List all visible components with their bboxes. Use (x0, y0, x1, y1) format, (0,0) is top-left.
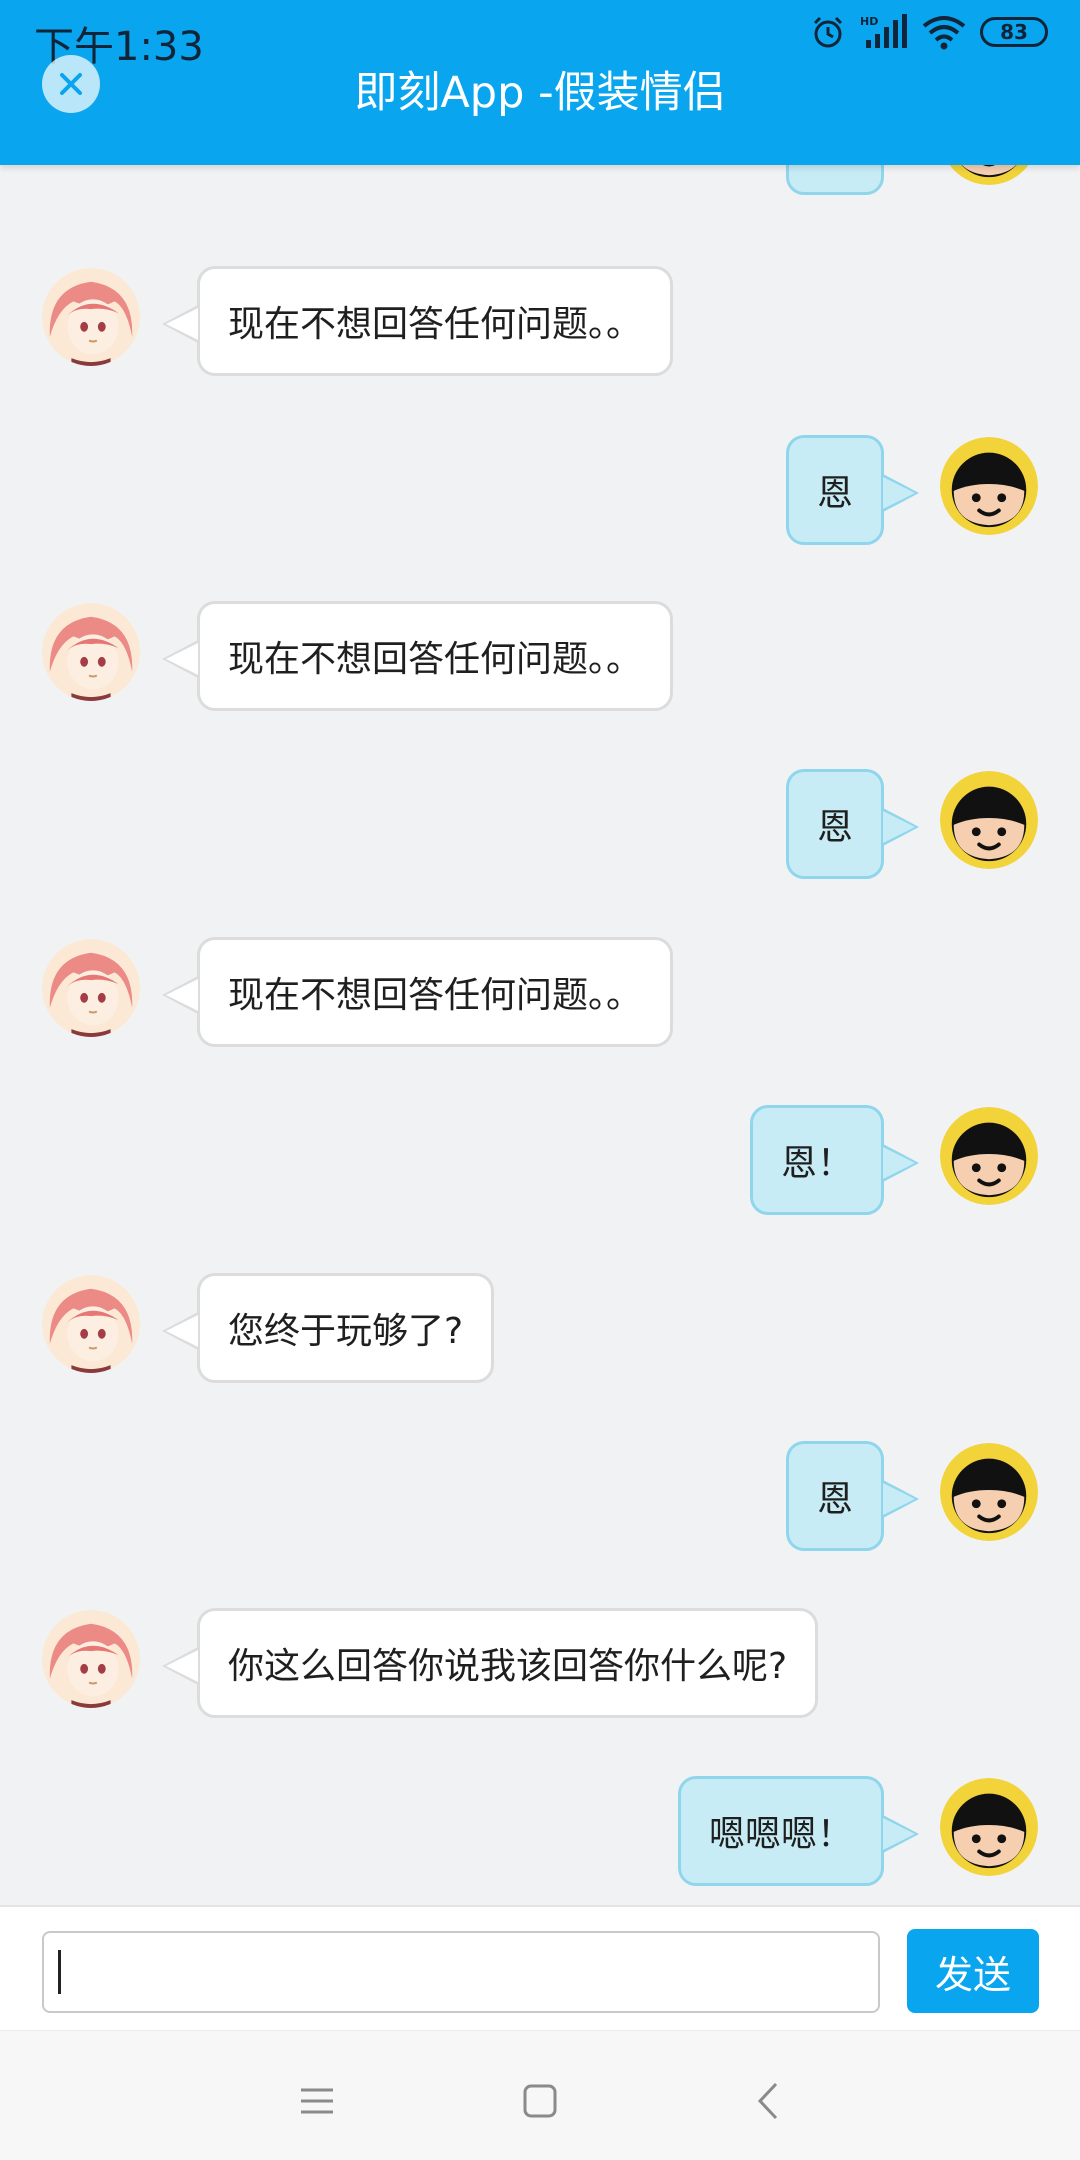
bot-avatar[interactable] (42, 268, 140, 366)
send-button[interactable]: 发送 (907, 1929, 1039, 2013)
message-text: 恩 (816, 1479, 853, 1520)
message-text: 恩！ (780, 1143, 853, 1184)
app-header: 下午1:33 HD 83 即刻App -假装情侣 (0, 0, 1080, 165)
user-avatar[interactable] (940, 165, 1038, 185)
bot-message-bubble: 您终于玩够了? (162, 1273, 495, 1383)
back-button[interactable] (738, 2071, 798, 2131)
list-item: 你这么回答你说我该回答你什么呢? (0, 1608, 1080, 1720)
user-message-bubble: 恩 (785, 165, 884, 195)
list-item: 您终于玩够了? (0, 1273, 1080, 1385)
text-cursor (58, 1950, 61, 1994)
menu-button[interactable] (287, 2071, 347, 2131)
alarm-icon (813, 16, 843, 48)
bot-avatar[interactable] (42, 1275, 140, 1373)
message-text: 恩 (817, 165, 853, 166)
svg-text:HD: HD (860, 15, 878, 28)
user-message-bubble: 恩！ (749, 1105, 919, 1215)
user-avatar[interactable] (940, 1778, 1038, 1876)
bot-avatar[interactable] (42, 603, 140, 701)
list-item: 现在不想回答任何问题。。 (0, 601, 1080, 713)
battery-icon: 83 (980, 17, 1048, 47)
menu-icon (301, 2088, 333, 2114)
message-text: 您终于玩够了? (228, 1311, 464, 1352)
user-avatar[interactable] (940, 437, 1038, 535)
bot-avatar[interactable] (42, 939, 140, 1037)
message-text: 你这么回答你说我该回答你什么呢? (228, 1646, 788, 1687)
message-text: 恩 (816, 473, 853, 514)
wifi-icon (922, 16, 966, 50)
user-avatar[interactable] (940, 1443, 1038, 1541)
page-title: 即刻App -假装情侣 (354, 68, 726, 118)
hd-signal-icon: HD (860, 14, 907, 48)
list-item: 恩！ (0, 1105, 1080, 1217)
list-item: 现在不想回答任何问题。。 (0, 937, 1080, 1049)
bot-message-bubble: 现在不想回答任何问题。。 (162, 601, 674, 711)
home-icon (523, 2084, 557, 2118)
message-text: 现在不想回答任何问题。。 (228, 304, 643, 345)
user-message-bubble: 恩 (785, 769, 919, 879)
user-message-bubble: 嗯嗯嗯！ (677, 1776, 919, 1886)
back-icon (757, 2082, 778, 2120)
user-avatar[interactable] (940, 771, 1038, 869)
list-item: 现在不想回答任何问题。。 (0, 266, 1080, 378)
message-text: 恩 (816, 807, 853, 848)
list-item: 恩 (0, 165, 1080, 197)
status-icons: HD 83 (810, 14, 1048, 50)
battery-level: 83 (1000, 20, 1028, 44)
message-text: 现在不想回答任何问题。。 (228, 975, 643, 1016)
message-text: 嗯嗯嗯！ (708, 1814, 853, 1855)
list-item: 恩 (0, 769, 1080, 881)
system-nav-bar (0, 2030, 1080, 2160)
bot-message-bubble: 现在不想回答任何问题。。 (162, 266, 674, 376)
user-message-bubble: 恩 (785, 1441, 919, 1551)
bot-avatar[interactable] (42, 1610, 140, 1708)
message-composer: 发送 (0, 1905, 1080, 2030)
message-input[interactable] (42, 1931, 880, 2013)
bot-message-bubble: 你这么回答你说我该回答你什么呢? (162, 1608, 819, 1718)
user-avatar[interactable] (940, 1107, 1038, 1205)
list-item: 恩 (0, 435, 1080, 547)
chat-message-list[interactable]: 恩 现在不想回答任何问题。。 恩 现在不想回答任何问题。。 恩 现在不想回答任何… (0, 165, 1080, 1905)
list-item: 恩 (0, 1441, 1080, 1553)
bot-message-bubble: 现在不想回答任何问题。。 (162, 937, 674, 1047)
message-text: 现在不想回答任何问题。。 (228, 639, 643, 680)
home-button[interactable] (510, 2071, 570, 2131)
list-item: 嗯嗯嗯！ (0, 1776, 1080, 1888)
user-message-bubble: 恩 (785, 435, 919, 545)
